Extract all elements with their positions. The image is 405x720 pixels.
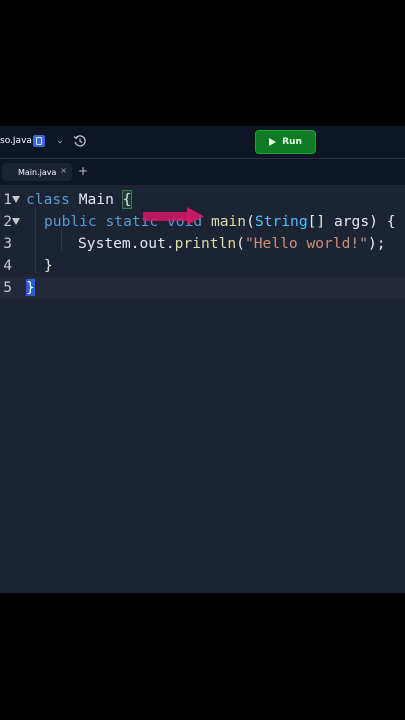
run-button-label: Run [282, 137, 302, 147]
fold-arrow-icon[interactable] [12, 218, 20, 225]
run-button[interactable]: Run [255, 130, 316, 154]
arrow-annotation-icon [143, 207, 204, 225]
code-line-4: 4 } [0, 255, 405, 277]
plus-icon[interactable]: + [78, 164, 88, 178]
chevron-down-icon[interactable]: ⌄ [55, 134, 65, 148]
code-line-5: 5 } [0, 277, 405, 299]
code-text: } [44, 257, 53, 274]
code-text: } [26, 279, 35, 296]
tab-bar: Main.java × + [0, 159, 405, 185]
tab-main-java[interactable]: Main.java × [2, 163, 72, 181]
top-bar: so.Java ⌄ Run [0, 126, 405, 159]
history-icon[interactable] [73, 134, 87, 148]
line-number: 3 [3, 235, 12, 252]
line-number: 1 [3, 191, 12, 208]
close-icon[interactable]: × [60, 166, 67, 175]
play-icon [269, 138, 277, 146]
java-file-icon [33, 135, 45, 147]
code-text: public static void main(String[] args) { [44, 213, 396, 230]
code-line-3: 3 System.out.println("Hello world!"); [0, 233, 405, 255]
code-editor[interactable]: 1 class Main { 2 public static void main… [0, 185, 405, 593]
tab-label: Main.java [18, 167, 57, 177]
code-text: System.out.println("Hello world!"); [78, 235, 386, 252]
repl-name[interactable]: so.Java [0, 136, 32, 146]
line-number: 4 [3, 257, 12, 274]
code-text: class Main { [26, 190, 133, 209]
replit-workspace: so.Java ⌄ Run Main.java × + 1 class Main… [0, 126, 405, 593]
line-number: 2 [3, 213, 12, 230]
line-number: 5 [3, 279, 12, 296]
fold-arrow-icon[interactable] [12, 196, 20, 203]
